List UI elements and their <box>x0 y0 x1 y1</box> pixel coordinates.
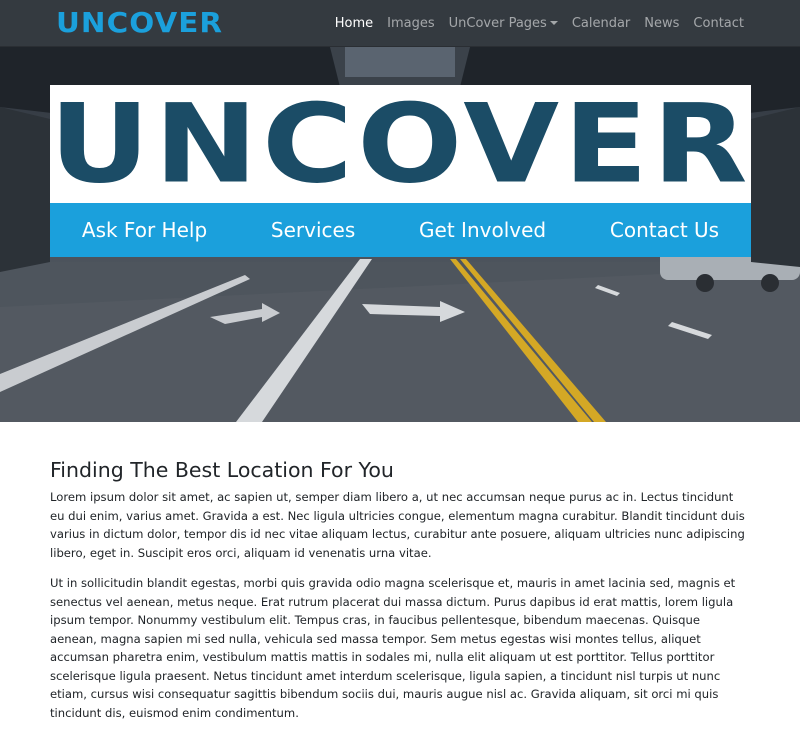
nav-calendar[interactable]: Calendar <box>572 16 630 31</box>
caret-down-icon <box>549 21 558 25</box>
uncover-logo-panel: UNCOVER Ask For Help Services Get Involv… <box>49 80 752 257</box>
hero-banner: UNCOVER Ask For Help Services Get Involv… <box>0 47 800 422</box>
intro-paragraph: Lorem ipsum dolor sit amet, ac sapien ut… <box>50 490 745 560</box>
nav-contact[interactable]: Contact <box>693 16 744 31</box>
uncover-logo: UNCOVER <box>49 80 752 208</box>
get-involved-link[interactable]: Get Involved <box>419 218 546 242</box>
nav-home[interactable]: Home <box>335 16 373 31</box>
main-content: Finding The Best Location For You Lorem … <box>50 458 750 734</box>
body-paragraph: Ut in sollicitudin blandit egestas, morb… <box>50 576 736 720</box>
nav-uncover-pages[interactable]: UnCover Pages <box>449 16 558 31</box>
uncover-logo-text: UNCOVER <box>49 80 752 208</box>
nav-images[interactable]: Images <box>387 16 435 31</box>
top-navbar: UNCOVER Home Images UnCover Pages Calend… <box>0 0 800 47</box>
main-nav: Home Images UnCover Pages Calendar News … <box>335 0 800 47</box>
brand-logo[interactable]: UNCOVER <box>56 6 223 39</box>
page-heading: Finding The Best Location For You <box>50 458 394 482</box>
hero-menu-bar: Ask For Help Services Get Involved Conta… <box>50 203 751 257</box>
nav-news[interactable]: News <box>644 16 679 31</box>
nav-uncover-pages-label: UnCover Pages <box>448 16 547 31</box>
contact-us-link[interactable]: Contact Us <box>610 218 719 242</box>
services-link[interactable]: Services <box>271 218 355 242</box>
ask-for-help-link[interactable]: Ask For Help <box>82 218 207 242</box>
